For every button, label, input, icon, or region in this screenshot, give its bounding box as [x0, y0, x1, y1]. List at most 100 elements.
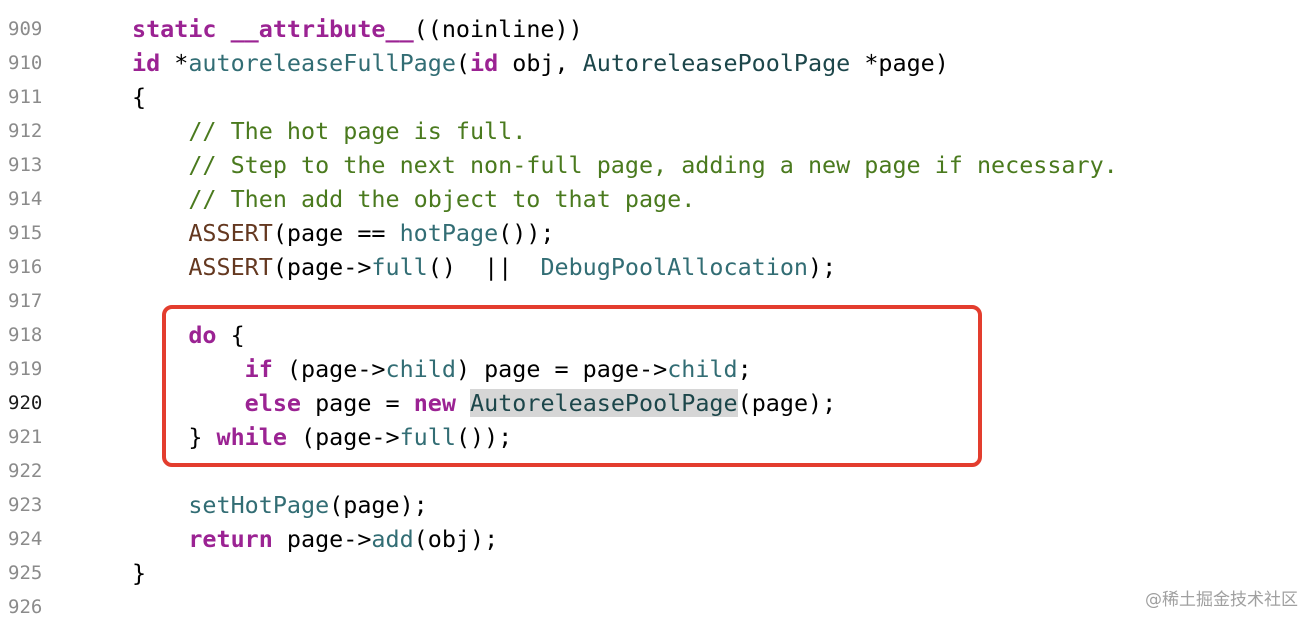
- code-text[interactable]: } while (page->full());: [132, 420, 512, 454]
- code-token: page->: [272, 525, 372, 553]
- code-token: do: [188, 321, 217, 349]
- code-token: add: [371, 525, 414, 553]
- code-text[interactable]: {: [132, 80, 146, 114]
- code-token: full: [399, 423, 456, 451]
- code-token: (: [455, 49, 471, 77]
- line-number[interactable]: 915: [8, 216, 48, 250]
- code-line[interactable]: 913 // Step to the next non-full page, a…: [0, 148, 1314, 182]
- code-line[interactable]: 914 // Then add the object to that page.: [0, 182, 1314, 216]
- code-text[interactable]: // The hot page is full.: [132, 114, 526, 148]
- code-line[interactable]: 921 } while (page->full());: [0, 420, 1314, 454]
- line-number[interactable]: 923: [8, 488, 48, 522]
- line-number[interactable]: 926: [8, 590, 48, 624]
- code-token: child: [667, 355, 738, 383]
- code-line[interactable]: 925}: [0, 556, 1314, 590]
- code-line[interactable]: 919 if (page->child) page = page->child;: [0, 352, 1314, 386]
- code-token: // Then add the object to that page.: [132, 185, 696, 213]
- code-token: (page->: [272, 253, 372, 281]
- code-text[interactable]: id *autoreleaseFullPage(id obj, Autorele…: [132, 46, 949, 80]
- code-line[interactable]: 915 ASSERT(page == hotPage());: [0, 216, 1314, 250]
- line-number[interactable]: 917: [8, 284, 48, 318]
- line-number[interactable]: 925: [8, 556, 48, 590]
- line-number[interactable]: 924: [8, 522, 48, 556]
- code-line[interactable]: 912 // The hot page is full.: [0, 114, 1314, 148]
- code-token: *: [160, 49, 189, 77]
- code-token: ((noinline)): [413, 15, 583, 43]
- line-number[interactable]: 914: [8, 182, 48, 216]
- code-text[interactable]: ASSERT(page == hotPage());: [132, 216, 555, 250]
- code-token: ) page = page->: [455, 355, 668, 383]
- line-number[interactable]: 921: [8, 420, 48, 454]
- code-text[interactable]: return page->add(obj);: [132, 522, 498, 556]
- line-number[interactable]: 922: [8, 454, 48, 488]
- code-text[interactable]: static __attribute__((noinline)): [132, 12, 583, 46]
- code-text[interactable]: do {: [132, 318, 244, 352]
- line-number[interactable]: 911: [8, 80, 48, 114]
- code-token: obj,: [498, 49, 583, 77]
- watermark: @稀土掘金技术社区: [1145, 590, 1298, 610]
- line-number[interactable]: 920: [8, 386, 48, 420]
- code-token: return: [188, 525, 273, 553]
- code-token: if: [244, 355, 273, 383]
- code-line[interactable]: 926: [0, 590, 1314, 624]
- code-line[interactable]: 911 {: [0, 80, 1314, 114]
- code-token: page =: [301, 389, 414, 417]
- line-number[interactable]: 916: [8, 250, 48, 284]
- code-text[interactable]: }: [132, 556, 146, 590]
- code-token: (page);: [329, 491, 428, 519]
- code-token: ASSERT: [188, 219, 273, 247]
- line-number[interactable]: 912: [8, 114, 48, 148]
- code-token: (page->: [286, 423, 400, 451]
- code-token: );: [808, 253, 837, 281]
- code-token: // The hot page is full.: [132, 117, 527, 145]
- line-number[interactable]: 910: [8, 46, 48, 80]
- code-text[interactable]: // Then add the object to that page.: [132, 182, 695, 216]
- code-token: new: [413, 389, 456, 417]
- code-line[interactable]: 922: [0, 454, 1314, 488]
- code-line[interactable]: 917: [0, 284, 1314, 318]
- code-token: (page);: [737, 389, 837, 417]
- code-text[interactable]: ASSERT(page->full() || DebugPoolAllocati…: [132, 250, 836, 284]
- code-line[interactable]: 920 else page = new AutoreleasePoolPage(…: [0, 386, 1314, 420]
- code-token: ;: [737, 355, 752, 383]
- code-token: while: [216, 423, 287, 451]
- code-token: *page): [850, 49, 949, 77]
- code-token: ());: [498, 219, 555, 247]
- code-line[interactable]: 910 id *autoreleaseFullPage(id obj, Autor…: [0, 46, 1314, 80]
- code-line[interactable]: 924 return page->add(obj);: [0, 522, 1314, 556]
- code-token: }: [132, 423, 217, 451]
- line-number[interactable]: 919: [8, 352, 48, 386]
- code-token: autoreleaseFullPage: [188, 49, 456, 77]
- code-text[interactable]: else page = new AutoreleasePoolPage(page…: [132, 386, 836, 420]
- code-line[interactable]: 923 setHotPage(page);: [0, 488, 1314, 522]
- code-token: id: [470, 49, 499, 77]
- code-editor[interactable]: 909 static __attribute__((noinline)) 910 id…: [0, 0, 1314, 626]
- code-token: hotPage: [399, 219, 499, 247]
- code-line[interactable]: 916 ASSERT(page->full() || DebugPoolAllo…: [0, 250, 1314, 284]
- code-line[interactable]: 909 static __attribute__((noinline)): [0, 12, 1314, 46]
- code-token: AutoreleasePoolPage: [582, 49, 851, 77]
- line-number[interactable]: 909: [8, 12, 48, 46]
- code-token: setHotPage: [188, 491, 330, 519]
- code-token: (page->: [272, 355, 386, 383]
- code-line[interactable]: 918 do {: [0, 318, 1314, 352]
- code-token: static: [132, 15, 217, 43]
- code-token: AutoreleasePoolPage: [470, 389, 738, 417]
- code-token: __attribute__: [230, 15, 414, 43]
- code-text[interactable]: // Step to the next non-full page, addin…: [132, 148, 1117, 182]
- code-token: {: [132, 83, 147, 111]
- code-token: () ||: [427, 253, 541, 281]
- code-text[interactable]: if (page->child) page = page->child;: [132, 352, 752, 386]
- code-text[interactable]: setHotPage(page);: [132, 488, 428, 522]
- code-token: else: [244, 389, 302, 417]
- line-number[interactable]: 918: [8, 318, 48, 352]
- code-token: ());: [455, 423, 513, 451]
- line-number[interactable]: 913: [8, 148, 48, 182]
- code-token: ASSERT: [188, 253, 273, 281]
